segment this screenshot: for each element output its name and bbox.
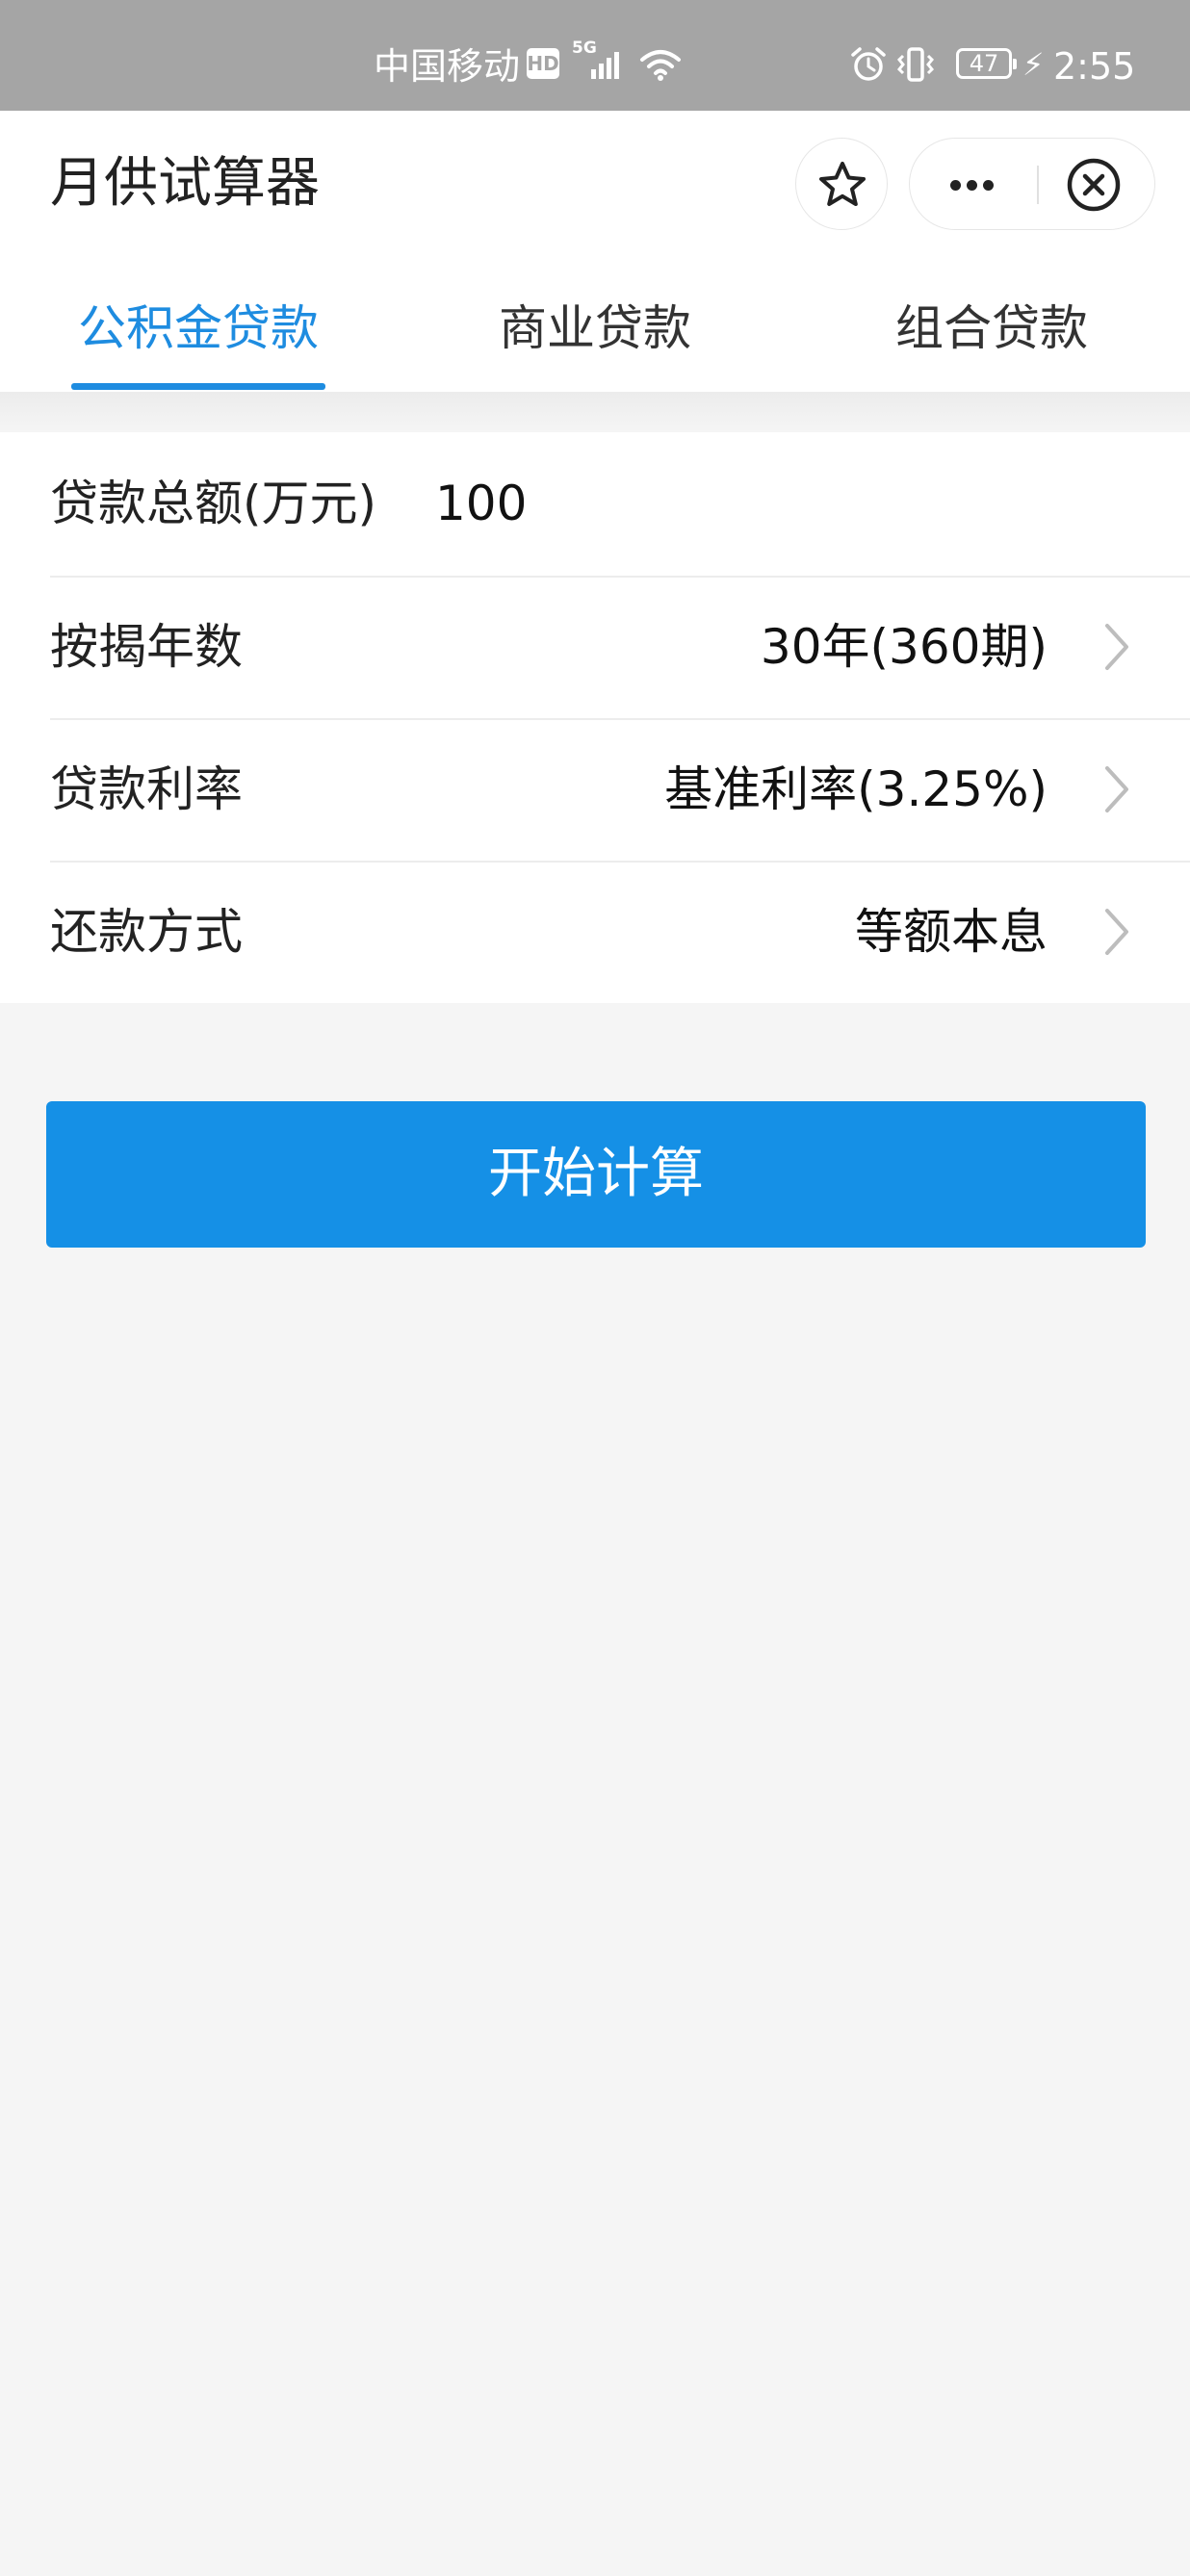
vibrate-icon bbox=[896, 47, 935, 82]
battery-icon: 47 bbox=[956, 48, 1017, 79]
status-time: 2:55 bbox=[1053, 45, 1136, 88]
status-bar: 中国移动 HD 5G 47 ⚡ 2:55 bbox=[0, 0, 1190, 111]
tab-commercial-loan[interactable]: 商业贷款 bbox=[443, 274, 747, 392]
app-header: 月供试算器 公积金贷款 商业贷款 组合贷款 bbox=[0, 111, 1190, 392]
star-icon bbox=[819, 162, 866, 206]
alarm-icon bbox=[851, 47, 886, 81]
close-circle-icon bbox=[1067, 158, 1121, 212]
start-calculation-button[interactable]: 开始计算 bbox=[46, 1101, 1146, 1248]
loan-amount-row: 贷款总额(万元) 100 bbox=[0, 432, 1190, 575]
close-button[interactable] bbox=[1043, 139, 1154, 229]
chevron-right-icon bbox=[1105, 909, 1128, 955]
capsule-divider bbox=[1037, 166, 1039, 204]
favorite-button[interactable] bbox=[795, 138, 888, 230]
more-button[interactable] bbox=[910, 139, 1033, 229]
carrier-name: 中国移动 bbox=[374, 45, 521, 88]
page-title: 月供试算器 bbox=[50, 152, 320, 215]
tab-provident-fund-loan[interactable]: 公积金贷款 bbox=[46, 274, 350, 392]
repayment-method-row[interactable]: 还款方式 等额本息 bbox=[0, 861, 1190, 1003]
loan-form: 贷款总额(万元) 100 按揭年数 30年(360期) 贷款利率 基准利率(3.… bbox=[0, 432, 1190, 1003]
loan-amount-input[interactable]: 100 bbox=[435, 432, 527, 575]
interest-rate-row[interactable]: 贷款利率 基准利率(3.25%) bbox=[0, 718, 1190, 861]
hd-badge: HD bbox=[527, 48, 559, 79]
charging-icon: ⚡ bbox=[1022, 46, 1045, 83]
network-type: 5G bbox=[572, 39, 597, 58]
loan-amount-label: 贷款总额(万元) bbox=[50, 476, 377, 531]
repayment-method-value: 等额本息 bbox=[855, 904, 1048, 960]
interest-rate-value: 基准利率(3.25%) bbox=[664, 761, 1048, 817]
loan-type-tabs: 公积金贷款 商业贷款 组合贷款 bbox=[0, 274, 1190, 392]
more-dots-icon bbox=[950, 180, 961, 191]
mortgage-years-label: 按揭年数 bbox=[50, 619, 243, 675]
section-gap bbox=[0, 392, 1190, 432]
wifi-icon bbox=[640, 50, 681, 81]
interest-rate-label: 贷款利率 bbox=[50, 761, 243, 817]
active-tab-indicator bbox=[71, 383, 325, 390]
mortgage-years-value: 30年(360期) bbox=[760, 619, 1048, 675]
chevron-right-icon bbox=[1105, 766, 1128, 812]
chevron-right-icon bbox=[1105, 624, 1128, 670]
tab-combined-loan[interactable]: 组合贷款 bbox=[840, 274, 1144, 392]
capsule-menu bbox=[909, 138, 1155, 230]
repayment-method-label: 还款方式 bbox=[50, 904, 243, 960]
mortgage-years-row[interactable]: 按揭年数 30年(360期) bbox=[0, 576, 1190, 718]
